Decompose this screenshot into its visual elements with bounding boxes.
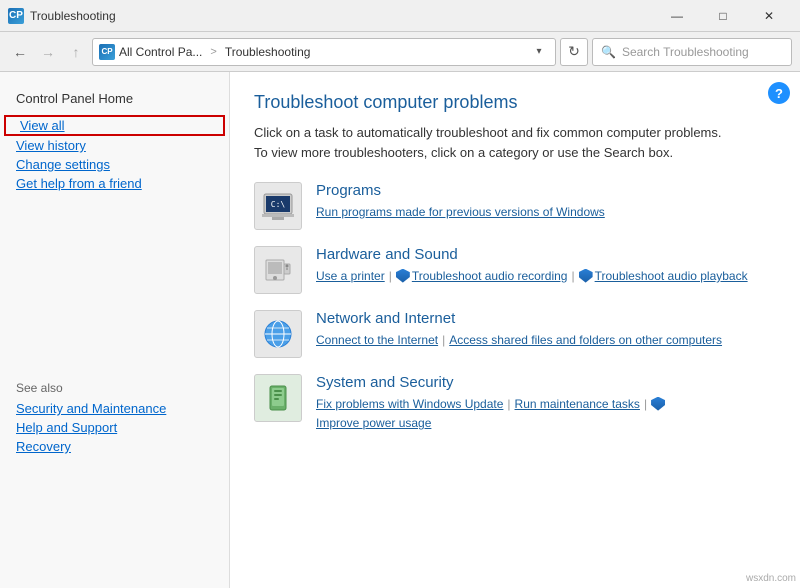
search-placeholder: Search Troubleshooting: [622, 45, 749, 59]
see-also-label: See also: [0, 373, 229, 399]
back-button[interactable]: ←: [8, 40, 32, 64]
network-link-connect[interactable]: Connect to the Internet: [316, 331, 438, 350]
shield-icon-audio-play: [579, 269, 593, 283]
address-separator: >: [210, 46, 216, 58]
hardware-icon: [254, 246, 302, 294]
search-icon: 🔍: [601, 45, 616, 59]
hardware-info: Hardware and Sound Use a printer | Troub…: [316, 246, 776, 286]
main-content: Control Panel Home View all View history…: [0, 72, 800, 588]
system-links: Fix problems with Windows Update | Run m…: [316, 395, 776, 433]
hardware-link-audio-play[interactable]: Troubleshoot audio playback: [595, 267, 748, 286]
page-title: Troubleshoot computer problems: [254, 92, 776, 113]
app-icon-label: CP: [9, 10, 23, 21]
hardware-link-audio-rec[interactable]: Troubleshoot audio recording: [412, 267, 568, 286]
svg-text:C:\: C:\: [271, 200, 286, 209]
system-link-windows-update[interactable]: Fix problems with Windows Update: [316, 395, 503, 414]
address-input[interactable]: CP All Control Pa... > Troubleshooting ▾: [92, 38, 556, 66]
hardware-title[interactable]: Hardware and Sound: [316, 246, 776, 263]
system-icon: [254, 374, 302, 422]
right-panel: ? Troubleshoot computer problems Click o…: [230, 72, 800, 588]
sidebar-item-get-help[interactable]: Get help from a friend: [0, 174, 229, 193]
sidebar-item-change-settings[interactable]: Change settings: [0, 155, 229, 174]
system-link-power[interactable]: Improve power usage: [316, 414, 431, 433]
address-path-short: All Control Pa...: [119, 45, 202, 59]
sidebar-item-help[interactable]: Help and Support: [0, 418, 229, 437]
address-current: Troubleshooting: [225, 45, 311, 59]
category-programs: C:\ Programs Run programs made for previ…: [254, 182, 776, 230]
app-icon: CP: [8, 8, 24, 24]
address-bar: ← → ↑ CP All Control Pa... > Troubleshoo…: [0, 32, 800, 72]
hardware-link-printer[interactable]: Use a printer: [316, 267, 385, 286]
refresh-button[interactable]: ↻: [560, 38, 588, 66]
network-links: Connect to the Internet | Access shared …: [316, 331, 776, 350]
window-title: Troubleshooting: [30, 9, 648, 23]
category-network: Network and Internet Connect to the Inte…: [254, 310, 776, 358]
sidebar-item-recovery[interactable]: Recovery: [0, 437, 229, 456]
category-system: System and Security Fix problems with Wi…: [254, 374, 776, 433]
network-info: Network and Internet Connect to the Inte…: [316, 310, 776, 350]
category-list: C:\ Programs Run programs made for previ…: [254, 182, 776, 433]
minimize-button[interactable]: —: [654, 0, 700, 32]
category-hardware: Hardware and Sound Use a printer | Troub…: [254, 246, 776, 294]
programs-info: Programs Run programs made for previous …: [316, 182, 776, 222]
page-description: Click on a task to automatically trouble…: [254, 123, 734, 162]
forward-button[interactable]: →: [36, 40, 60, 64]
search-box[interactable]: 🔍 Search Troubleshooting: [592, 38, 792, 66]
system-link-maintenance[interactable]: Run maintenance tasks: [515, 395, 640, 414]
title-bar: CP Troubleshooting — □ ✕: [0, 0, 800, 32]
close-button[interactable]: ✕: [746, 0, 792, 32]
sidebar-item-view-all[interactable]: View all: [4, 115, 225, 136]
sidebar: Control Panel Home View all View history…: [0, 72, 230, 588]
shield-icon-power: [651, 397, 665, 411]
network-link-shared[interactable]: Access shared files and folders on other…: [449, 331, 722, 350]
address-icon: CP: [99, 44, 115, 60]
window-controls: — □ ✕: [654, 0, 792, 32]
network-title[interactable]: Network and Internet: [316, 310, 776, 327]
programs-subtitle[interactable]: Run programs made for previous versions …: [316, 203, 605, 222]
hardware-links: Use a printer | Troubleshoot audio recor…: [316, 267, 776, 286]
programs-title[interactable]: Programs: [316, 182, 776, 199]
system-title[interactable]: System and Security: [316, 374, 776, 391]
network-icon: [254, 310, 302, 358]
system-info: System and Security Fix problems with Wi…: [316, 374, 776, 433]
sidebar-item-view-history[interactable]: View history: [0, 136, 229, 155]
help-button[interactable]: ?: [768, 82, 790, 104]
shield-icon-audio-rec: [396, 269, 410, 283]
address-dropdown-button[interactable]: ▾: [529, 39, 549, 65]
up-button[interactable]: ↑: [64, 40, 88, 64]
sidebar-home: Control Panel Home: [0, 88, 229, 109]
sidebar-item-security[interactable]: Security and Maintenance: [0, 399, 229, 418]
programs-icon: C:\: [254, 182, 302, 230]
maximize-button[interactable]: □: [700, 0, 746, 32]
watermark: wsxdn.com: [746, 573, 796, 584]
programs-links: Run programs made for previous versions …: [316, 203, 776, 222]
